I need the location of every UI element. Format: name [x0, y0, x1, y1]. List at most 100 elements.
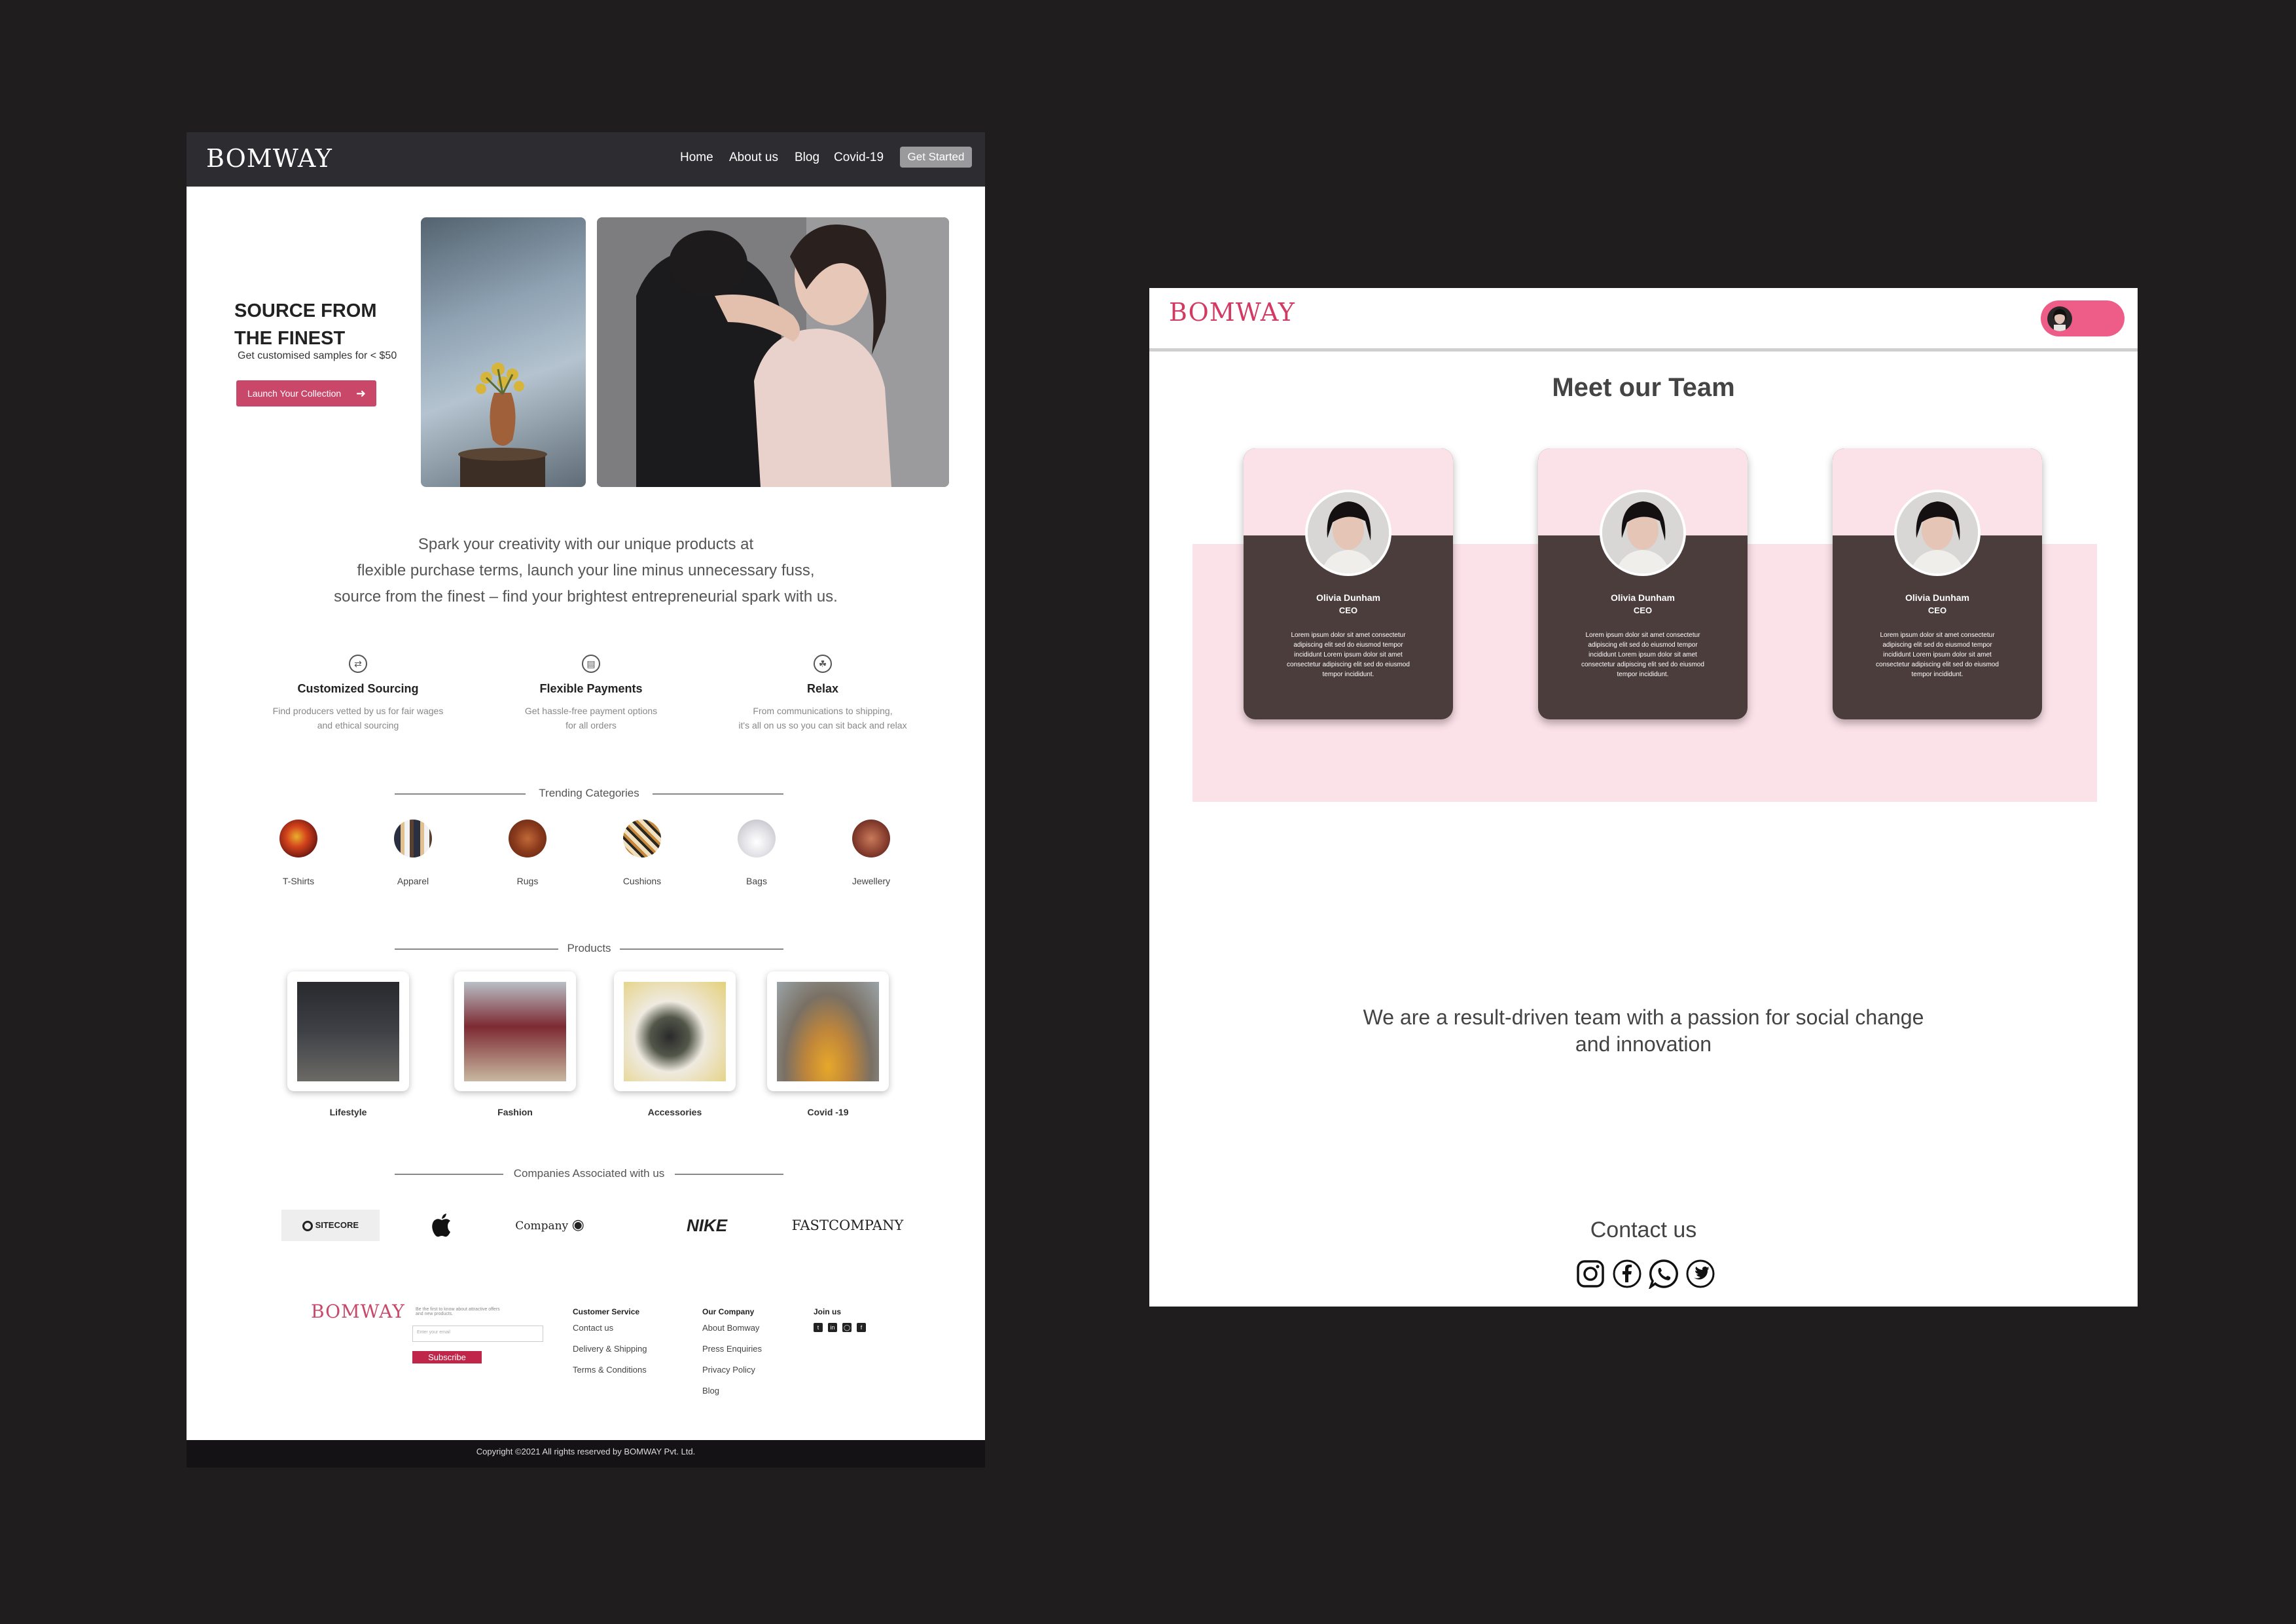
footer-social-row: t in ◯ f: [814, 1323, 866, 1332]
product-accessories[interactable]: Accessories: [614, 971, 736, 1117]
product-label: Lifestyle: [329, 1107, 367, 1117]
mission-line1: We are a result-driven team with a passi…: [1363, 1005, 1924, 1029]
footer-link-terms[interactable]: Terms & Conditions: [573, 1365, 647, 1375]
footer-link-contact[interactable]: Contact us: [573, 1323, 647, 1333]
category-tshirts[interactable]: T-Shirts: [262, 820, 334, 886]
category-label: Apparel: [397, 876, 429, 886]
feature-flexible-payments: ▤ Flexible Payments Get hassle-free paym…: [493, 655, 689, 732]
category-label: Rugs: [516, 876, 539, 886]
feature-title: Customized Sourcing: [297, 682, 419, 695]
hero-image-models: [597, 217, 949, 487]
product-card: [614, 971, 736, 1091]
instagram-icon[interactable]: [1575, 1259, 1605, 1289]
camera-icon: ◉: [571, 1217, 584, 1233]
member-role: CEO: [1338, 605, 1358, 615]
footer-link-privacy[interactable]: Privacy Policy: [702, 1365, 762, 1375]
team-title: Meet our Team: [1552, 373, 1735, 402]
brand-logo[interactable]: BOMWAY: [206, 144, 332, 173]
facebook-icon[interactable]: f: [857, 1323, 866, 1332]
footer-link-delivery[interactable]: Delivery & Shipping: [573, 1344, 647, 1354]
relax-icon: ☘: [814, 655, 832, 673]
nav-about[interactable]: About us: [729, 151, 778, 165]
fastcompany-label: FASTCOMPANY: [791, 1218, 904, 1233]
nav-covid[interactable]: Covid-19: [834, 151, 884, 165]
hero-title: SOURCE FROM THE FINEST: [234, 297, 404, 352]
sitecore-logo: SITECORE: [281, 1210, 380, 1241]
twitter-icon[interactable]: t: [814, 1323, 823, 1332]
column-title: Join us: [814, 1307, 842, 1316]
category-image: [738, 820, 776, 857]
join-us-column: Join us t in ◯ f: [814, 1307, 866, 1332]
category-label: Cushions: [622, 876, 662, 886]
member-name: Olivia Dunham: [1610, 592, 1676, 603]
intro-line2: flexible purchase terms, launch your lin…: [357, 562, 815, 579]
product-fashion[interactable]: Fashion: [454, 971, 576, 1117]
product-image: [777, 982, 879, 1081]
mission-statement: We are a result-driven team with a passi…: [1333, 1004, 1954, 1058]
category-cushions[interactable]: Cushions: [606, 820, 678, 886]
exchange-icon: ⇄: [349, 655, 367, 673]
products-heading: Products: [395, 942, 783, 955]
footer-link-blog[interactable]: Blog: [702, 1386, 762, 1396]
company-label: Company: [515, 1219, 569, 1233]
feature-desc: From communications to shipping, it's al…: [725, 704, 921, 732]
category-apparel[interactable]: Apparel: [377, 820, 449, 886]
wallet-icon: ▤: [582, 655, 600, 673]
subscribe-button[interactable]: Subscribe: [412, 1351, 482, 1363]
companies-heading: Companies Associated with us: [395, 1167, 783, 1180]
avatar: [1894, 490, 1981, 576]
feature-title: Relax: [806, 682, 839, 695]
avatar: [1305, 490, 1391, 576]
category-image: [623, 820, 661, 857]
companies-title: Companies Associated with us: [513, 1167, 665, 1180]
category-jewellery[interactable]: Jewellery: [835, 820, 907, 886]
footer-logo[interactable]: BOMWAY: [311, 1301, 405, 1322]
hero-title-line2: THE FINEST: [234, 328, 346, 349]
facebook-icon[interactable]: [1612, 1259, 1642, 1289]
feature-desc: Find producers vetted by us for fair wag…: [260, 704, 456, 732]
hero-image-vase: [421, 217, 586, 487]
newsletter-text: Be the first to know about attractive of…: [416, 1307, 500, 1316]
product-covid[interactable]: Covid -19: [767, 971, 889, 1117]
newsletter-email-input[interactable]: Enter your email: [412, 1326, 543, 1342]
hero-title-line1: SOURCE FROM: [234, 300, 377, 321]
linkedin-icon[interactable]: in: [828, 1323, 837, 1332]
feature-customized-sourcing: ⇄ Customized Sourcing Find producers vet…: [260, 655, 456, 732]
profile-button[interactable]: [2041, 300, 2125, 336]
team-header: BOMWAY: [1149, 288, 2138, 352]
get-started-button[interactable]: Get Started: [900, 147, 972, 168]
category-image: [852, 820, 890, 857]
divider-right: [620, 948, 783, 950]
footer-link-about[interactable]: About Bomway: [702, 1323, 762, 1333]
launch-collection-button[interactable]: Launch Your Collection ➜: [236, 380, 376, 406]
footer-link-press[interactable]: Press Enquiries: [702, 1344, 762, 1354]
feature-desc-line1: Get hassle-free payment options: [524, 706, 658, 716]
whatsapp-icon[interactable]: [1649, 1259, 1679, 1289]
avatar: [2047, 306, 2072, 331]
category-bags[interactable]: Bags: [721, 820, 793, 886]
fastcompany-logo: FASTCOMPANY: [789, 1210, 906, 1241]
product-lifestyle[interactable]: Lifestyle: [287, 971, 409, 1117]
copyright-bar: Copyright ©2021 All rights reserved by B…: [187, 1440, 985, 1468]
team-page: BOMWAY Meet our Team Olivia Dunham CEO L…: [1149, 288, 2138, 1307]
category-rugs[interactable]: Rugs: [492, 820, 564, 886]
feature-desc-line1: Find producers vetted by us for fair wag…: [272, 706, 444, 716]
twitter-icon[interactable]: [1685, 1259, 1715, 1289]
member-role: CEO: [1633, 605, 1653, 615]
feature-desc-line2: for all orders: [565, 720, 617, 731]
nav-blog[interactable]: Blog: [795, 151, 819, 165]
customer-service-column: Customer Service Contact us Delivery & S…: [573, 1307, 647, 1375]
landing-page: BOMWAY Home About us Blog Covid-19 Get S…: [187, 132, 985, 1468]
member-bio: Lorem ipsum dolor sit amet consectetur a…: [1287, 632, 1410, 678]
brand-logo[interactable]: BOMWAY: [1169, 298, 1295, 327]
sitecore-label: SITECORE: [315, 1220, 359, 1230]
product-image: [297, 982, 399, 1081]
apple-logo: [422, 1210, 461, 1241]
instagram-icon[interactable]: ◯: [842, 1323, 852, 1332]
column-title: Customer Service: [573, 1307, 640, 1316]
apple-icon: [432, 1213, 450, 1237]
feature-desc: Get hassle-free payment options for all …: [493, 704, 689, 732]
feature-desc-line1: From communications to shipping,: [753, 706, 893, 716]
nav-home[interactable]: Home: [680, 151, 713, 165]
trending-title: Trending Categories: [539, 787, 639, 799]
